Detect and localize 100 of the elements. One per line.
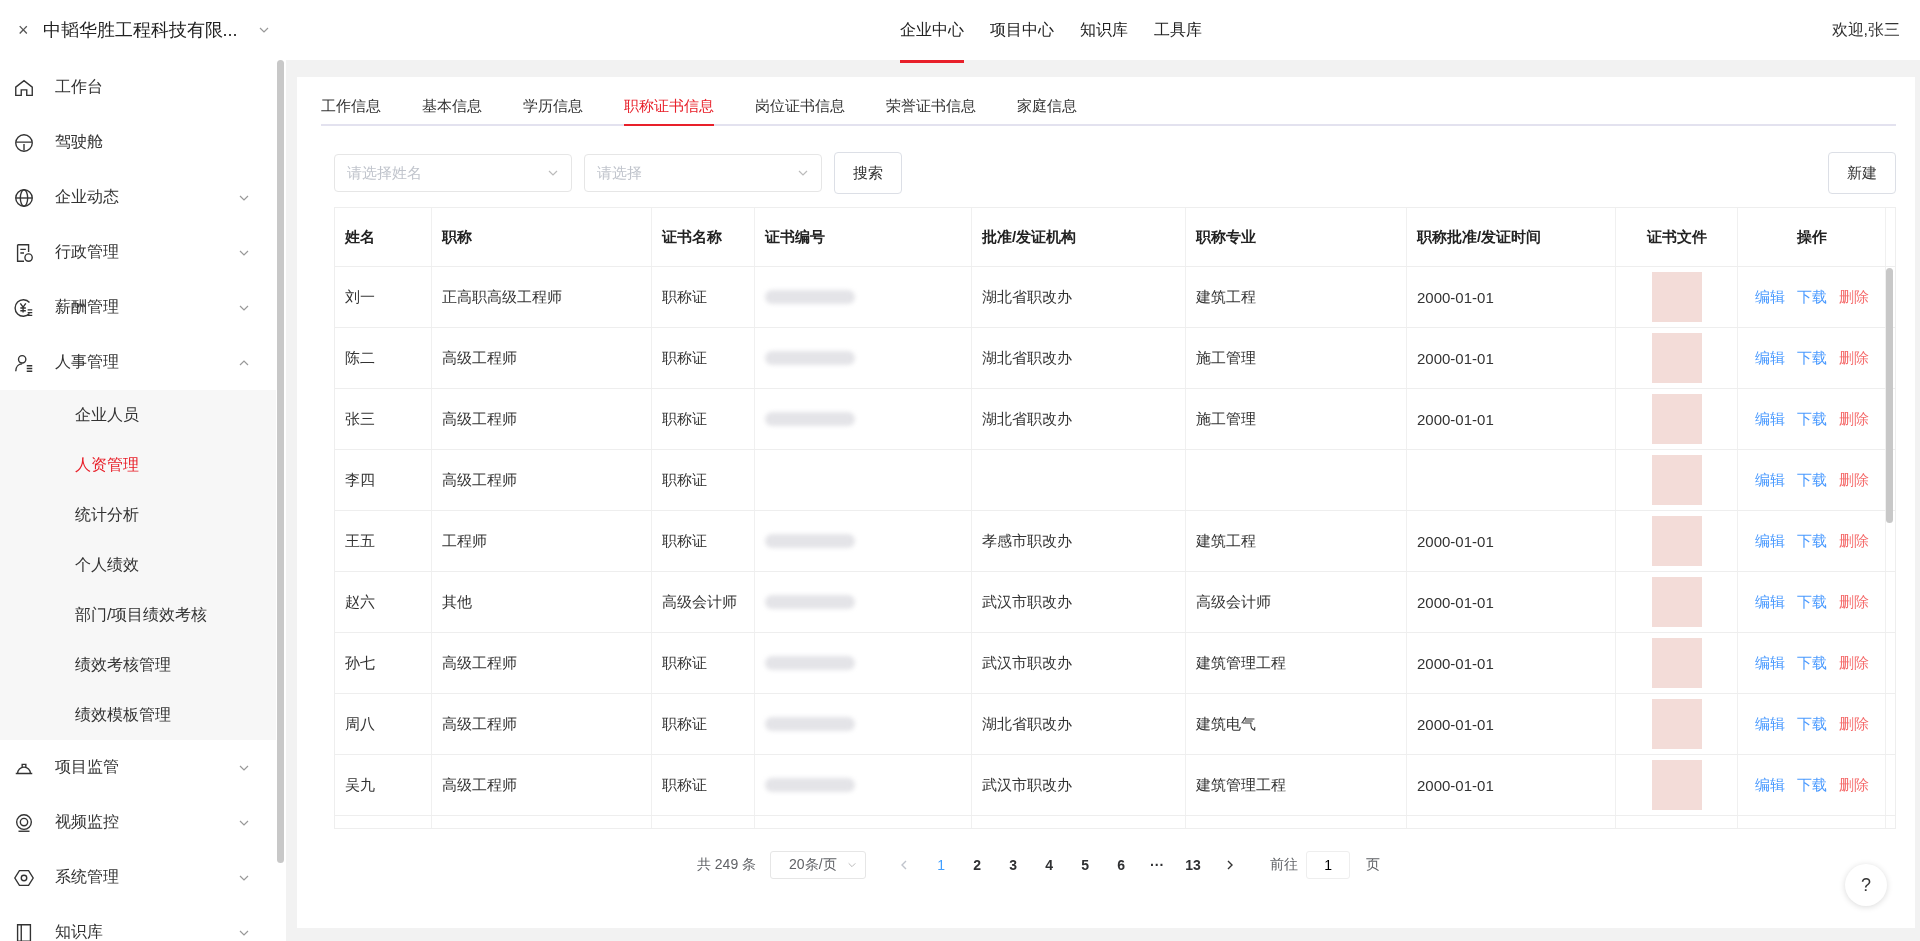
goto-label: 前往 [1270, 856, 1299, 874]
table-cell: 刘一 [335, 267, 432, 327]
table-cell: 张三 [335, 389, 432, 449]
table-cell: 孝感市职改办 [972, 511, 1186, 571]
page-input[interactable]: 1 [1306, 851, 1351, 879]
wheel-icon [13, 131, 35, 154]
photo-placeholder[interactable] [1651, 394, 1702, 444]
table-cell: 职称证 [652, 694, 755, 754]
table-cell: 高级工程师 [432, 694, 652, 754]
create-button[interactable]: 新建 [1828, 152, 1896, 194]
submenu-item[interactable]: 人资管理 [0, 440, 276, 490]
scrollbar[interactable] [277, 60, 284, 863]
table-cell: 建筑工程 [1186, 267, 1407, 327]
table-cell: 建筑管理工程 [1186, 755, 1407, 815]
page-number[interactable]: 6 [1110, 857, 1133, 873]
photo-placeholder[interactable] [1651, 516, 1702, 566]
globe-icon [13, 186, 35, 209]
table-cell: 工程师 [432, 511, 652, 571]
page-size-select[interactable]: 20条/页 [770, 851, 867, 879]
column-header: 批准/发证机构 [972, 208, 1186, 266]
page-number[interactable]: 5 [1074, 857, 1097, 873]
sidebar-item[interactable]: 工作台 [0, 60, 286, 115]
table-cell: 2000-01-01 [1407, 755, 1616, 815]
submenu-item[interactable]: 部门/项目绩效考核 [0, 590, 276, 640]
submenu-item[interactable]: 个人绩效 [0, 540, 276, 590]
table-cell: 2000-01-01 [1407, 328, 1616, 388]
table-cell: 职称证 [652, 450, 755, 510]
photo-placeholder[interactable] [1651, 333, 1702, 383]
tab[interactable]: 工作信息 [321, 93, 381, 126]
chevron-down-icon [847, 860, 858, 870]
page-number[interactable]: 4 [1038, 857, 1061, 873]
sidebar-item[interactable]: 系统管理 [0, 850, 286, 905]
table-cell: 高级会计师 [1186, 572, 1407, 632]
sidebar-item[interactable]: 视频监控 [0, 795, 286, 850]
table-cell: 王五 [335, 511, 432, 571]
table-cell: 2000-01-01 [1407, 694, 1616, 754]
submenu-item[interactable]: 绩效模板管理 [0, 690, 276, 740]
submenu-item[interactable]: 企业人员 [0, 390, 276, 440]
photo-placeholder[interactable] [1651, 577, 1702, 627]
table-cell: 高级工程师 [432, 328, 652, 388]
table-cell: 2000-01-01 [1407, 511, 1616, 571]
sidebar-item[interactable]: 驾驶舱 [0, 115, 286, 170]
sidebar-item[interactable]: 企业动态 [0, 170, 286, 225]
tab[interactable]: 学历信息 [523, 93, 583, 126]
column-header: 证书编号 [755, 208, 972, 266]
sidebar-item[interactable]: 知识库 [0, 905, 286, 941]
table-cell: 高级工程师 [432, 389, 652, 449]
help-button[interactable]: ? [1845, 864, 1887, 906]
tab[interactable]: 基本信息 [422, 93, 482, 126]
photo-placeholder[interactable] [1651, 272, 1702, 322]
sidebar-item[interactable]: 行政管理 [0, 225, 286, 280]
column-header: 职称 [432, 208, 652, 266]
nav-tab[interactable]: 项目中心 [990, 0, 1054, 63]
table-cell: 湖北省职改办 [972, 694, 1186, 754]
table-cell: 职称证 [652, 755, 755, 815]
page-number[interactable]: ··· [1146, 857, 1169, 873]
page-number[interactable]: 2 [966, 857, 989, 873]
tab[interactable]: 家庭信息 [1017, 93, 1077, 126]
table-cell: 吴九 [335, 755, 432, 815]
column-header: 证书文件 [1616, 208, 1738, 266]
search-button[interactable]: 搜索 [834, 152, 902, 194]
photo-placeholder[interactable] [1651, 638, 1702, 688]
table-cell: 高级工程师 [432, 755, 652, 815]
column-header: 职称批准/发证时间 [1407, 208, 1616, 266]
submenu-item[interactable]: 统计分析 [0, 490, 276, 540]
table-cell: 建筑电气 [1186, 694, 1407, 754]
column-header: 姓名 [335, 208, 432, 266]
nav-tab[interactable]: 知识库 [1080, 0, 1128, 63]
table-cell: 建筑工程 [1186, 511, 1407, 571]
table-cell: 湖北省职改办 [972, 328, 1186, 388]
column-header: 职称专业 [1186, 208, 1407, 266]
photo-placeholder[interactable] [1651, 699, 1702, 749]
table-cell: 高级会计师 [652, 572, 755, 632]
tab[interactable]: 岗位证书信息 [755, 93, 845, 126]
table-cell: 湖北省职改办 [972, 267, 1186, 327]
page-unit: 页 [1366, 856, 1381, 874]
tab[interactable]: 职称证书信息 [624, 93, 714, 126]
column-header: 证书名称 [652, 208, 755, 266]
table-cell: 其他 [432, 572, 652, 632]
page-number[interactable]: 13 [1182, 857, 1205, 873]
tab[interactable]: 荣誉证书信息 [886, 93, 976, 126]
table-cell: 湖北省职改办 [972, 389, 1186, 449]
nav-tab[interactable]: 工具库 [1154, 0, 1202, 63]
submenu-item[interactable]: 绩效考核管理 [0, 640, 276, 690]
table-cell: 2000-01-01 [1407, 267, 1616, 327]
photo-placeholder[interactable] [1651, 760, 1702, 810]
page-number[interactable]: 3 [1002, 857, 1025, 873]
sidebar-item[interactable]: 人事管理 [0, 335, 286, 390]
table-cell: 陈二 [335, 328, 432, 388]
photo-placeholder[interactable] [1651, 455, 1702, 505]
table-cell: 2000-01-01 [1407, 572, 1616, 632]
sidebar-item[interactable]: 薪酬管理 [0, 280, 286, 335]
table-cell: 职称证 [652, 511, 755, 571]
close-button[interactable]: × [18, 19, 29, 41]
scrollbar[interactable] [1886, 268, 1893, 523]
table-cell: 武汉市职改办 [972, 755, 1186, 815]
table-cell: 武汉市职改办 [972, 572, 1186, 632]
yen-icon [13, 296, 35, 319]
sidebar-item[interactable]: 项目监管 [0, 740, 286, 795]
table-cell: 2000-01-01 [1407, 633, 1616, 693]
